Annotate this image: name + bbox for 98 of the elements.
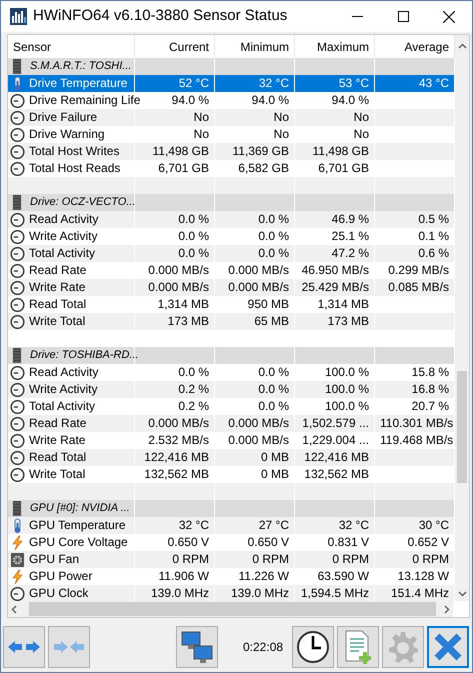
sensor-name[interactable]: Write Rate xyxy=(28,432,86,449)
vertical-scrollbar[interactable] xyxy=(455,35,469,601)
sensor-row[interactable]: Drive Temperature 52 °C 32 °C 53 °C 43 °C xyxy=(8,75,455,92)
sensor-name[interactable]: GPU Core Voltage xyxy=(28,534,128,551)
sensor-name[interactable]: GPU Power xyxy=(28,568,92,585)
gauge-icon xyxy=(10,432,25,448)
gauge-icon xyxy=(10,228,25,244)
sensor-name[interactable]: Write Activity xyxy=(28,381,98,398)
scroll-thumb[interactable] xyxy=(29,602,436,616)
network-button[interactable] xyxy=(176,626,218,668)
sensor-name[interactable]: Read Total xyxy=(28,449,86,466)
gauge-icon xyxy=(10,92,25,108)
sensor-name[interactable]: Total Host Reads xyxy=(28,160,120,177)
sensor-name[interactable]: Drive Failure xyxy=(28,109,98,126)
group-header-row[interactable]: Drive: OCZ-VECTO... xyxy=(8,194,455,211)
maximize-icon xyxy=(398,11,408,22)
chip-icon xyxy=(12,195,22,210)
scroll-down-icon[interactable] xyxy=(458,591,466,597)
group-name[interactable]: S.M.A.R.T.: TOSHI... xyxy=(29,58,132,75)
gauge-icon xyxy=(10,586,25,602)
settings-icon xyxy=(386,630,420,664)
sensor-row[interactable]: Total Host Writes 11,498 GB 11,369 GB 11,498 GB xyxy=(8,143,455,160)
gauge-icon xyxy=(10,126,25,142)
arrows-in-icon xyxy=(52,639,86,655)
scroll-up-icon[interactable] xyxy=(458,43,466,49)
minimize-icon xyxy=(352,16,362,17)
gauge-icon xyxy=(10,144,25,160)
group-header-row[interactable]: S.M.A.R.T.: TOSHI... xyxy=(8,58,455,75)
sensor-name[interactable]: Total Activity xyxy=(28,245,96,262)
chip-icon xyxy=(12,501,22,516)
sensor-name[interactable]: Total Activity xyxy=(28,398,96,415)
exit-button[interactable] xyxy=(427,626,470,668)
sensor-row[interactable]: Write Rate 2.532 MB/s 0.000 MB/s 1,229.004 ... 119.468 MB/s xyxy=(8,432,455,449)
gauge-icon xyxy=(10,398,25,414)
sensor-name[interactable]: GPU Fan xyxy=(28,551,80,568)
expand-button[interactable] xyxy=(3,626,45,668)
sensor-row[interactable]: Drive Failure No No No xyxy=(8,109,455,126)
group-name[interactable]: GPU [#0]: NVIDIA ... xyxy=(29,500,130,517)
group-name[interactable]: Drive: TOSHIBA-RD... xyxy=(29,347,139,364)
sensor-name[interactable]: Write Rate xyxy=(28,279,86,296)
sensor-row[interactable]: Read Total 122,416 MB 0 MB 122,416 MB xyxy=(8,449,455,466)
scroll-right-icon[interactable] xyxy=(444,604,450,614)
elapsed-time: 0:22:08 xyxy=(243,639,284,656)
gauge-icon xyxy=(10,280,25,296)
lightning-icon xyxy=(10,534,25,550)
sensor-name[interactable]: GPU Clock xyxy=(28,585,88,602)
arrows-out-icon xyxy=(7,639,41,655)
close-icon xyxy=(434,633,462,661)
sensor-row[interactable]: GPU Temperature 32 °C 27 °C 32 °C 30 °C xyxy=(8,517,455,534)
sensor-row[interactable]: Total Activity 0.0 % 0.0 % 47.2 % 0.6 % xyxy=(8,245,455,262)
computers-icon xyxy=(180,630,214,664)
chip-icon xyxy=(12,59,22,74)
group-header-row[interactable]: Drive: TOSHIBA-RD... xyxy=(8,347,455,364)
gauge-icon xyxy=(10,450,25,466)
lightning-icon xyxy=(10,568,25,584)
sensor-name[interactable]: Drive Temperature xyxy=(28,75,128,92)
gauge-icon xyxy=(10,466,25,482)
sensor-name[interactable]: Read Total xyxy=(28,296,86,313)
gauge-icon xyxy=(10,160,25,176)
fan-icon xyxy=(10,552,25,568)
gauge-icon xyxy=(10,212,25,228)
sensor-name[interactable]: Drive Remaining Life xyxy=(28,92,140,109)
sensor-name[interactable]: Total Host Writes xyxy=(28,143,120,160)
scroll-thumb[interactable] xyxy=(457,371,467,483)
sensor-name[interactable]: Read Rate xyxy=(28,415,86,432)
gauge-icon xyxy=(10,296,25,312)
group-header-row[interactable]: GPU [#0]: NVIDIA ... xyxy=(8,500,455,517)
clock-icon xyxy=(296,630,330,664)
gauge-icon xyxy=(10,110,25,126)
sensor-name[interactable]: Write Total xyxy=(28,313,86,330)
sensor-row[interactable]: Write Rate 0.000 MB/s 0.000 MB/s 25.429 MB/s 0.085 MB/s xyxy=(8,279,455,296)
gauge-icon xyxy=(10,416,25,432)
sensor-name[interactable]: Write Activity xyxy=(28,228,98,245)
sensor-row[interactable]: Write Total 173 MB 65 MB 173 MB xyxy=(8,313,455,330)
sensor-name[interactable]: Read Activity xyxy=(28,211,98,228)
group-name[interactable]: Drive: OCZ-VECTO... xyxy=(29,194,136,211)
sensor-row[interactable]: Read Rate 0.000 MB/s 0.000 MB/s 1,502.579 ... 110.301 MB/s xyxy=(8,415,455,432)
sensor-name[interactable]: Write Total xyxy=(28,466,86,483)
sensor-name[interactable]: Read Activity xyxy=(28,364,98,381)
sensor-row[interactable]: GPU Fan 0 RPM 0 RPM 0 RPM 0 RPM xyxy=(8,551,455,568)
sensor-name[interactable]: Read Rate xyxy=(28,262,86,279)
timer-button[interactable] xyxy=(292,626,334,668)
gauge-icon xyxy=(10,364,25,380)
scroll-left-icon[interactable] xyxy=(11,604,17,614)
sensor-name[interactable]: Drive Warning xyxy=(28,126,105,143)
sensor-row[interactable]: GPU Clock 139.0 MHz 139.0 MHz 1,594.5 MHz 151.4 MHz xyxy=(8,585,455,602)
gauge-icon xyxy=(10,262,25,278)
gauge-icon xyxy=(10,314,25,330)
close-icon xyxy=(443,10,455,22)
gauge-icon xyxy=(10,382,25,398)
sensor-name[interactable]: GPU Temperature xyxy=(28,517,126,534)
window-title: HWiNFO64 v6.10-3880 Sensor Status xyxy=(33,6,288,26)
chip-icon xyxy=(12,348,22,363)
app-icon xyxy=(10,8,27,25)
gauge-icon xyxy=(10,246,25,262)
sensor-row[interactable]: Read Activity 0.0 % 0.0 % 46.9 % 0.5 % xyxy=(8,211,455,228)
horizontal-scrollbar[interactable] xyxy=(8,601,453,617)
sensor-row[interactable]: Write Activity 0.2 % 0.0 % 100.0 % 16.8 % xyxy=(8,381,455,398)
